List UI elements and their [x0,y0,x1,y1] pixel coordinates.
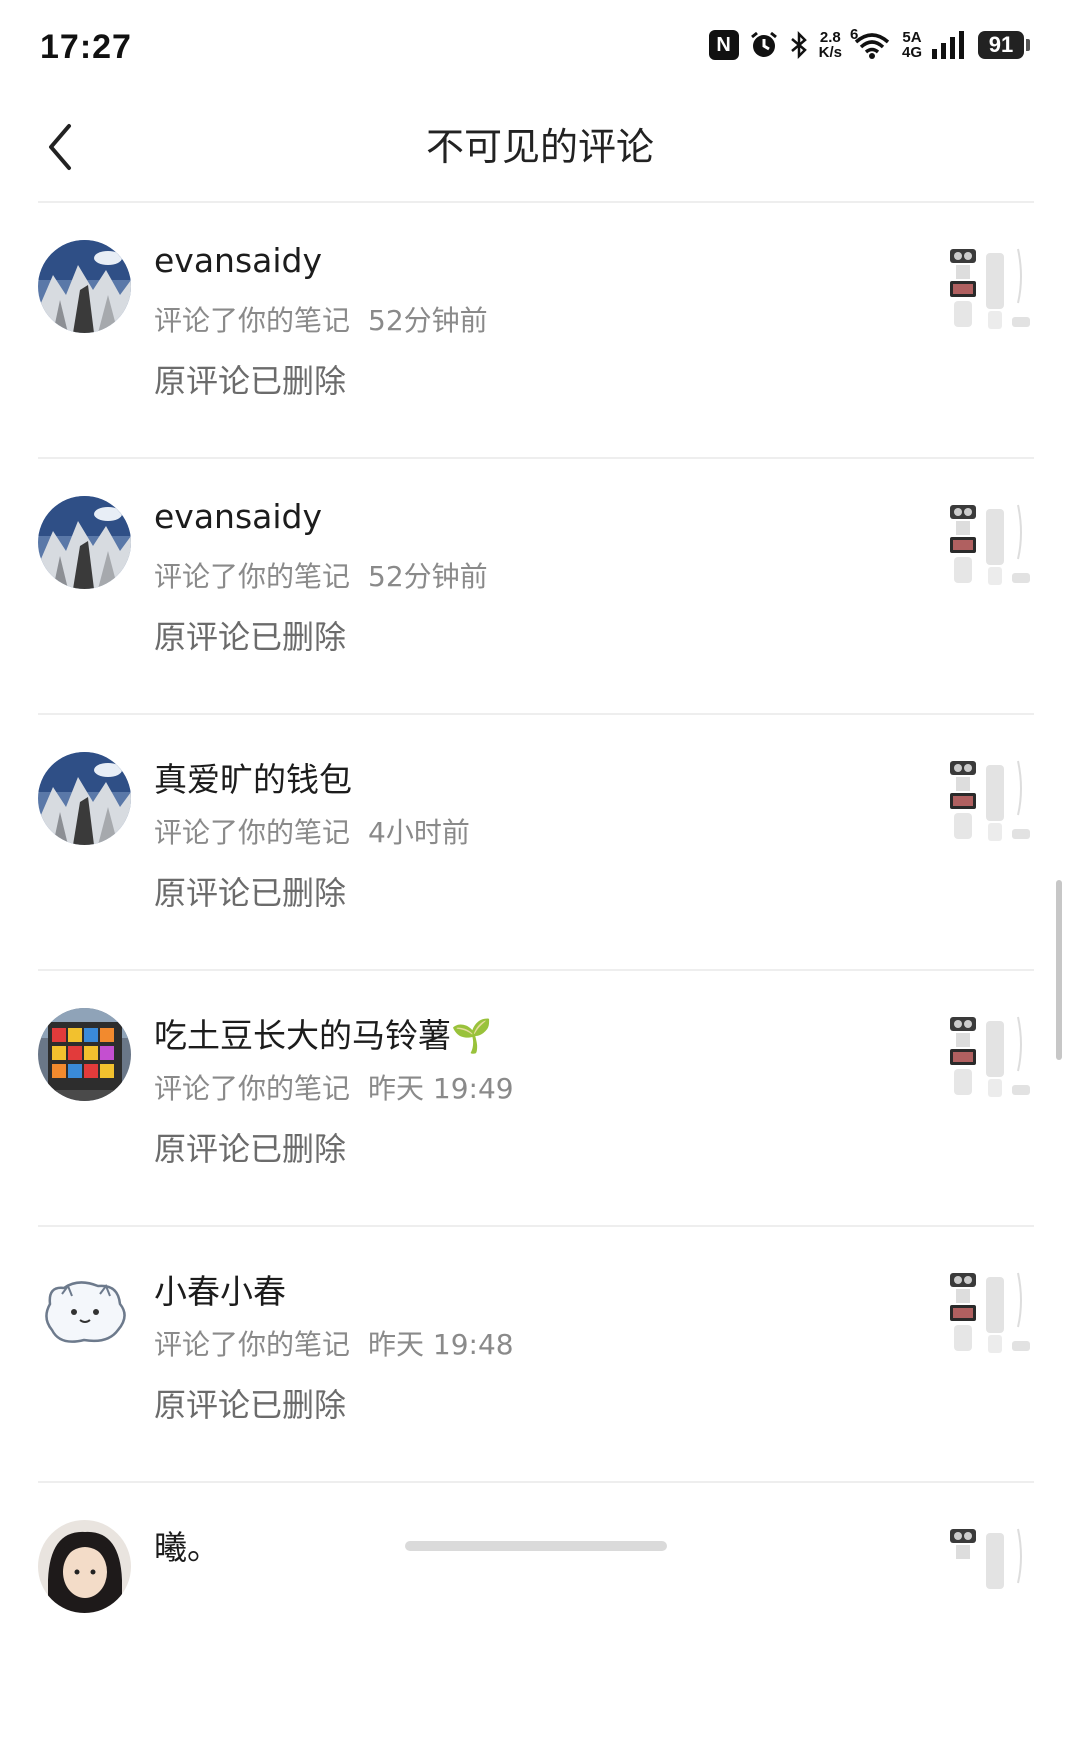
timestamp: 昨天 19:49 [368,1072,514,1105]
wifi-label: 6 [849,26,859,43]
scrollbar[interactable] [1056,880,1062,1060]
note-thumbnail[interactable] [948,1271,1032,1357]
note-thumbnail[interactable] [948,1527,1032,1613]
page-title: 不可见的评论 [425,125,654,169]
bluetooth-icon [789,30,809,60]
user-avatar[interactable] [38,1520,131,1613]
cellular-bottom: 4G [901,44,922,61]
cellular-top: 5A [902,29,922,46]
timestamp: 昨天 19:48 [368,1328,514,1361]
status-bar: 17:27 N 2.8 K/s 6 5A 4G 91 [0,0,1080,100]
comment-meta: 评论了你的笔记 52分钟前 [154,299,488,339]
timestamp: 52分钟前 [368,560,488,593]
alarm-icon [749,30,779,60]
timestamp: 52分钟前 [368,304,488,337]
comment-content: 原评论已删除 [154,874,347,912]
comment-meta: 评论了你的笔记 昨天 19:49 [154,1067,514,1107]
speed-value: 2.8 [819,29,841,46]
username[interactable]: 小春小春 [154,1265,286,1313]
user-avatar[interactable] [38,240,131,333]
note-thumbnail[interactable] [948,503,1032,589]
comment-meta: 评论了你的笔记 昨天 19:48 [154,1323,514,1363]
battery-icon: 91 [978,31,1030,59]
list-item[interactable]: 吃土豆长大的马铃薯🌱 评论了你的笔记 昨天 19:49 原评论已删除 [0,971,1080,1227]
home-indicator[interactable] [405,1541,667,1551]
action-text: 评论了你的笔记 [154,1072,351,1105]
comment-meta: 评论了你的笔记 4小时前 [154,811,470,851]
comment-content: 原评论已删除 [154,618,347,656]
action-text: 评论了你的笔记 [154,304,351,337]
username[interactable]: evansaidy [154,497,322,536]
nav-bar: 不可见的评论 [0,100,1080,200]
timestamp: 4小时前 [368,816,470,849]
user-avatar[interactable] [38,1008,131,1101]
battery-level: 91 [978,31,1024,59]
list-item[interactable]: 曦。 [0,1483,1080,1739]
user-avatar[interactable] [38,1264,131,1357]
action-text: 评论了你的笔记 [154,1328,351,1361]
list-item[interactable]: 真爱旷的钱包 评论了你的笔记 4小时前 原评论已删除 [0,715,1080,971]
username[interactable]: 吃土豆长大的马铃薯🌱 [154,1009,492,1057]
status-time: 17:27 [40,28,132,66]
comment-content: 原评论已删除 [154,1130,347,1168]
comment-meta: 评论了你的笔记 52分钟前 [154,555,488,595]
network-speed: 2.8 K/s [819,30,842,60]
comment-content: 原评论已删除 [154,362,347,400]
nfc-icon: N [708,30,739,60]
username[interactable]: 曦。 [154,1521,220,1569]
action-text: 评论了你的笔记 [154,560,351,593]
list-item[interactable]: evansaidy 评论了你的笔记 52分钟前 原评论已删除 [0,203,1080,459]
speed-unit: K/s [818,44,842,61]
list-item[interactable]: evansaidy 评论了你的笔记 52分钟前 原评论已删除 [0,459,1080,715]
list-item[interactable]: 小春小春 评论了你的笔记 昨天 19:48 原评论已删除 [0,1227,1080,1483]
comment-content: 原评论已删除 [154,1386,347,1424]
cellular-type: 5A 4G [902,30,922,60]
username[interactable]: 真爱旷的钱包 [154,753,352,801]
user-avatar[interactable] [38,752,131,845]
battery-tip [1026,39,1030,51]
user-avatar[interactable] [38,496,131,589]
wifi-icon: 6 [850,26,892,60]
status-icons: N 2.8 K/s 6 5A 4G 91 [708,26,1030,60]
username[interactable]: evansaidy [154,241,322,280]
note-thumbnail[interactable] [948,247,1032,333]
note-thumbnail[interactable] [948,759,1032,845]
note-thumbnail[interactable] [948,1015,1032,1101]
comment-list: evansaidy 评论了你的笔记 52分钟前 原评论已删除 evansaidy… [0,203,1080,1739]
signal-icon [932,31,968,59]
action-text: 评论了你的笔记 [154,816,351,849]
